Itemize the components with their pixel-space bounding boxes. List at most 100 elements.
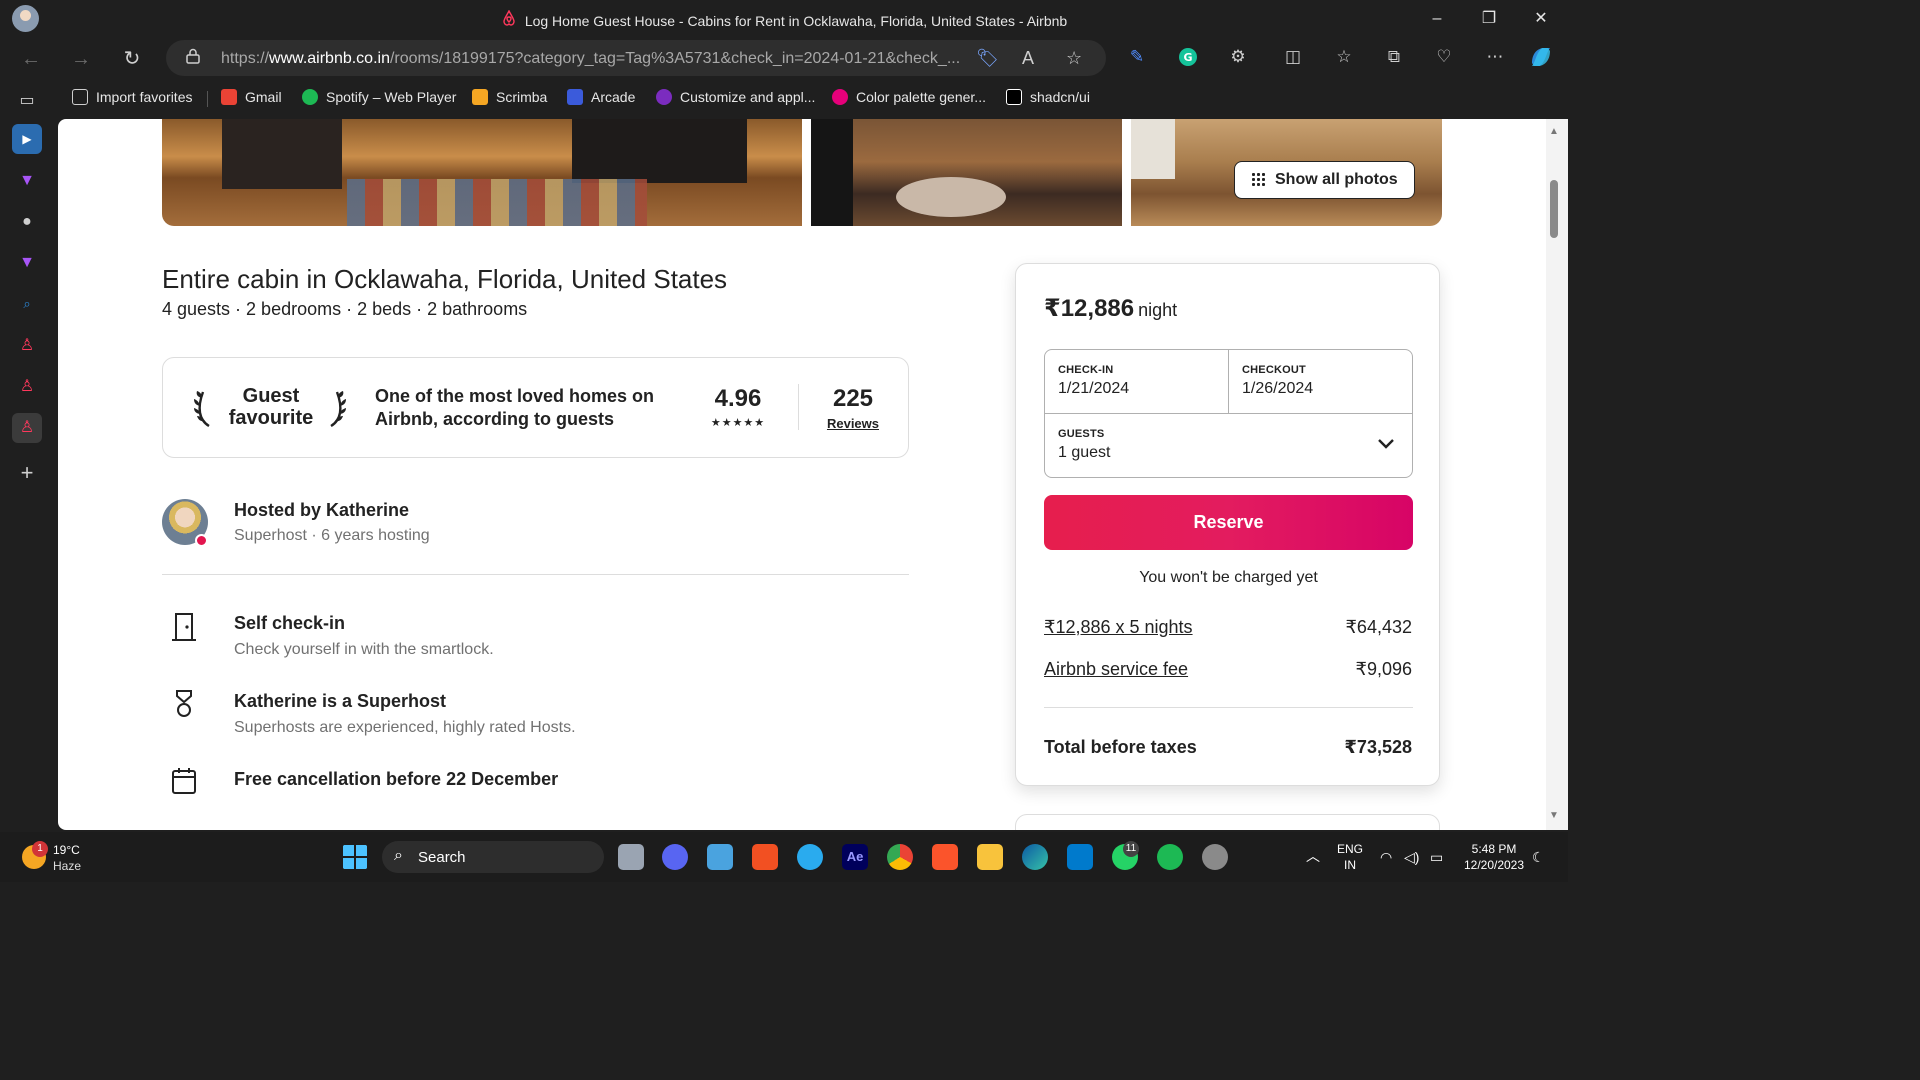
checkout-field[interactable]: CHECKOUT 1/26/2024 (1229, 350, 1413, 414)
settings-icon[interactable] (1202, 844, 1228, 870)
weather-widget[interactable]: 1 19°C Haze (20, 841, 110, 875)
forward-button[interactable]: → (66, 44, 96, 74)
sidebar-airbnb-icon-1[interactable]: ♙ (12, 331, 42, 361)
scroll-up-icon[interactable]: ▲ (1549, 126, 1559, 137)
airbnb-logo-icon (501, 9, 517, 30)
host-subtitle: Superhost · 6 years hosting (234, 527, 430, 544)
reserve-button[interactable]: Reserve (1044, 495, 1413, 550)
sidebar-vite-icon[interactable]: ▼ (12, 166, 42, 196)
tab-actions-icon[interactable]: ▭ (12, 86, 42, 116)
github-icon[interactable]: ● (12, 207, 42, 237)
nights-breakdown-link[interactable]: ₹12,886 x 5 nights (1044, 617, 1193, 638)
brave-icon[interactable] (932, 844, 958, 870)
chrome-icon[interactable] (887, 844, 913, 870)
read-aloud-icon[interactable]: A (1022, 48, 1034, 69)
calendar-icon (172, 768, 196, 794)
copilot-icon[interactable] (1528, 45, 1554, 67)
listing-photo-kitchen[interactable] (162, 119, 802, 226)
spotify-taskbar-icon[interactable] (1157, 844, 1183, 870)
laurel-left-icon (194, 391, 210, 428)
shadcn-icon (1006, 89, 1022, 105)
language-indicator[interactable]: ENG IN (1334, 841, 1366, 873)
bookmark-shadcn[interactable]: shadcn/ui (1006, 89, 1090, 105)
bookmark-spotify[interactable]: Spotify – Web Player (302, 89, 456, 105)
bookmarks-bar: Import favorites Gmail Spotify – Web Pla… (0, 80, 1568, 118)
nights-subtotal: ₹64,432 (1345, 617, 1412, 637)
focus-moon-icon[interactable]: ☾ (1532, 849, 1545, 865)
favorites-icon[interactable]: ☆ (1331, 47, 1357, 69)
collections-icon[interactable]: ⧉ (1381, 47, 1407, 69)
listing-photo-dining[interactable] (811, 119, 1122, 226)
restore-button[interactable]: ❐ (1466, 6, 1512, 32)
coupon-icon[interactable]: 🏷 (976, 48, 999, 69)
guests-label: GUESTS (1058, 428, 1105, 440)
telegram-icon[interactable] (797, 844, 823, 870)
medal-icon (176, 690, 192, 717)
bookmark-import-favorites[interactable]: Import favorites (72, 89, 192, 105)
photo-detail (347, 179, 647, 226)
sidebar-search-icon[interactable]: ⌕ (12, 289, 42, 319)
bookmark-gmail[interactable]: Gmail (221, 89, 282, 105)
clock[interactable]: 5:48 PM 12/20/2023 (1458, 841, 1530, 873)
microsoft-store-icon[interactable] (752, 844, 778, 870)
extensions-icon[interactable]: ⚙ (1225, 47, 1251, 69)
sidebar-airbnb-icon-3[interactable]: ♙ (12, 413, 42, 443)
page-scrollbar[interactable]: ▲ ▼ (1546, 119, 1568, 830)
sidebar-airbnb-icon-2[interactable]: ♙ (12, 372, 42, 402)
browser-essentials-icon[interactable]: ♡ (1431, 47, 1457, 69)
battery-icon[interactable]: ▭ (1430, 849, 1443, 865)
reviews-link[interactable]: Reviews (815, 416, 891, 431)
photo-detail (572, 119, 747, 183)
checkin-field[interactable]: CHECK-IN 1/21/2024 (1045, 350, 1228, 414)
notepad-icon[interactable] (707, 844, 733, 870)
taskbar-search[interactable]: ⌕ Search (382, 841, 604, 873)
nightly-price: ₹12,886 night (1044, 294, 1177, 323)
laurel-right-icon (330, 391, 346, 428)
weather-badge: 1 (32, 841, 48, 857)
split-screen-icon[interactable]: ◫ (1280, 47, 1306, 69)
refresh-button[interactable]: ↻ (117, 44, 147, 74)
more-menu-icon[interactable]: ⋯ (1482, 47, 1508, 69)
edge-icon[interactable] (1022, 844, 1048, 870)
service-fee-link[interactable]: Airbnb service fee (1044, 659, 1188, 680)
title-bar: Log Home Guest House - Cabins for Rent i… (0, 0, 1568, 38)
favorite-star-icon[interactable]: ☆ (1066, 48, 1082, 69)
task-view-icon[interactable] (618, 844, 644, 870)
guests-value: 1 guest (1058, 444, 1111, 461)
service-fee-value: ₹9,096 (1355, 659, 1413, 679)
guests-dropdown[interactable]: GUESTS 1 guest (1045, 414, 1412, 478)
divider (1044, 707, 1413, 708)
secondary-card (1015, 814, 1440, 830)
hosted-by-title: Hosted by Katherine (234, 500, 410, 520)
show-all-photos-button[interactable]: Show all photos (1234, 161, 1415, 199)
crown-icon (656, 89, 672, 105)
listing-title: Entire cabin in Ocklawaha, Florida, Unit… (162, 264, 728, 294)
file-explorer-icon[interactable] (977, 844, 1003, 870)
scroll-thumb[interactable] (1550, 180, 1558, 238)
palette-g-icon (832, 89, 848, 105)
guest-favourite-description: One of the most loved homes on Airbnb, a… (375, 386, 655, 429)
url-text[interactable]: https://www.airbnb.co.in/rooms/18199175?… (221, 50, 961, 68)
scroll-down-icon[interactable]: ▼ (1549, 810, 1559, 821)
minimize-button[interactable]: – (1414, 6, 1460, 32)
volume-icon[interactable]: ◁) (1404, 849, 1419, 865)
bookmark-color-palette[interactable]: Color palette gener... (832, 89, 986, 105)
bookmark-customize[interactable]: Customize and appl... (656, 89, 815, 105)
sidebar-app-play-icon[interactable]: ▶ (12, 124, 42, 154)
bookmark-scrimba[interactable]: Scrimba (472, 89, 547, 105)
after-effects-icon[interactable]: Ae (842, 844, 868, 870)
windows-start-icon[interactable] (342, 844, 368, 870)
vscode-icon[interactable] (1067, 844, 1093, 870)
back-button[interactable]: ← (16, 44, 46, 74)
tray-overflow-icon[interactable]: ︿ (1306, 848, 1320, 864)
add-sidebar-app-icon[interactable]: + (12, 458, 42, 488)
bookmark-arcade[interactable]: Arcade (567, 89, 635, 105)
wifi-icon[interactable]: ◠ (1380, 849, 1392, 865)
grammarly-icon[interactable]: G (1175, 47, 1201, 69)
close-window-button[interactable]: ✕ (1518, 6, 1564, 32)
pen-extension-icon[interactable]: ✎ (1124, 47, 1150, 69)
address-bar[interactable]: https://www.airbnb.co.in/rooms/18199175?… (166, 40, 1106, 76)
discord-icon[interactable] (662, 844, 688, 870)
sidebar-vite-icon-2[interactable]: ▼ (12, 248, 42, 278)
chevron-down-icon[interactable] (1377, 438, 1395, 450)
